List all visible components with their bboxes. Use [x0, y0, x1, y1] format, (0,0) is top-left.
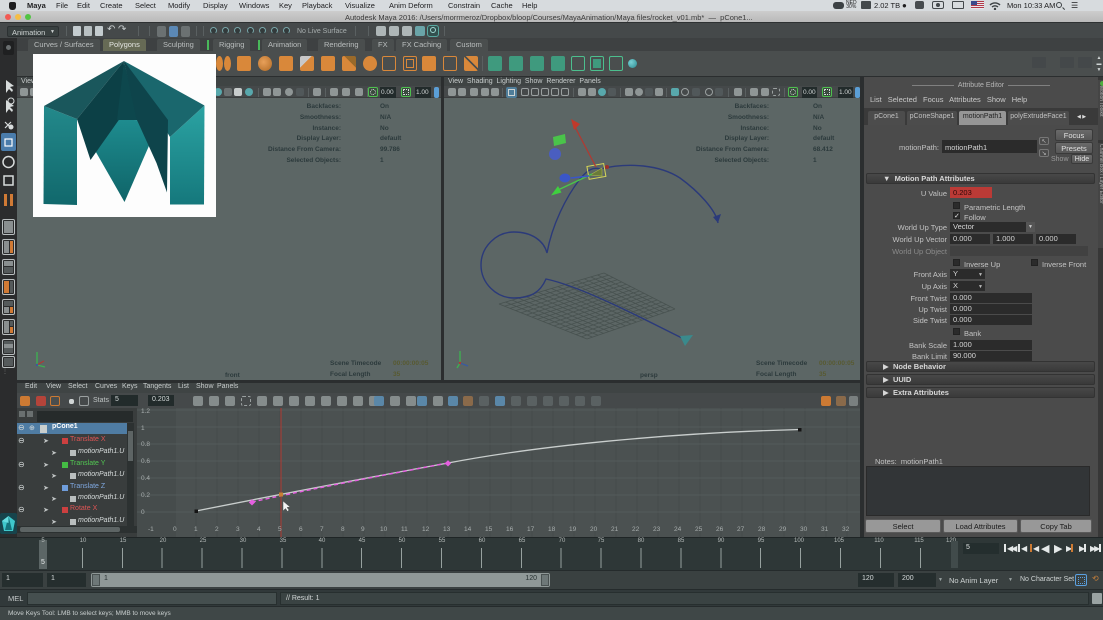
svg-text:8: 8 [341, 526, 345, 533]
svg-text:23: 23 [653, 526, 661, 533]
svg-text:16: 16 [506, 526, 514, 533]
svg-text:9: 9 [361, 526, 365, 533]
svg-text:7: 7 [320, 526, 324, 533]
svg-text:0.6: 0.6 [141, 458, 150, 465]
svg-text:18: 18 [548, 526, 556, 533]
svg-text:29: 29 [779, 526, 787, 533]
svg-text:1: 1 [194, 526, 198, 533]
svg-text:1: 1 [141, 425, 145, 432]
svg-text:30: 30 [800, 526, 808, 533]
svg-text:15: 15 [485, 526, 493, 533]
svg-text:0.8: 0.8 [141, 441, 150, 448]
svg-text:32: 32 [842, 526, 850, 533]
svg-text:26: 26 [716, 526, 724, 533]
svg-text:0.4: 0.4 [141, 475, 150, 482]
svg-text:25: 25 [695, 526, 703, 533]
svg-text:20: 20 [590, 526, 598, 533]
svg-text:12: 12 [422, 526, 430, 533]
svg-text:0.2: 0.2 [141, 492, 150, 499]
svg-text:19: 19 [569, 526, 577, 533]
svg-text:27: 27 [737, 526, 745, 533]
svg-text:1.2: 1.2 [141, 408, 150, 415]
svg-text:11: 11 [401, 526, 408, 533]
svg-text:14: 14 [464, 526, 472, 533]
svg-text:4: 4 [257, 526, 261, 533]
svg-text:13: 13 [443, 526, 451, 533]
svg-text:5: 5 [278, 526, 282, 533]
svg-text:17: 17 [527, 526, 535, 533]
svg-text:31: 31 [821, 526, 829, 533]
svg-text:3: 3 [236, 526, 240, 533]
svg-text:2: 2 [215, 526, 219, 533]
svg-text:24: 24 [674, 526, 682, 533]
svg-text:10: 10 [380, 526, 388, 533]
svg-text:28: 28 [758, 526, 766, 533]
svg-text:22: 22 [632, 526, 640, 533]
svg-text:-1: -1 [148, 526, 154, 533]
svg-text:21: 21 [611, 526, 619, 533]
svg-text:0: 0 [141, 509, 145, 516]
svg-text:6: 6 [299, 526, 303, 533]
svg-text:0: 0 [173, 526, 177, 533]
